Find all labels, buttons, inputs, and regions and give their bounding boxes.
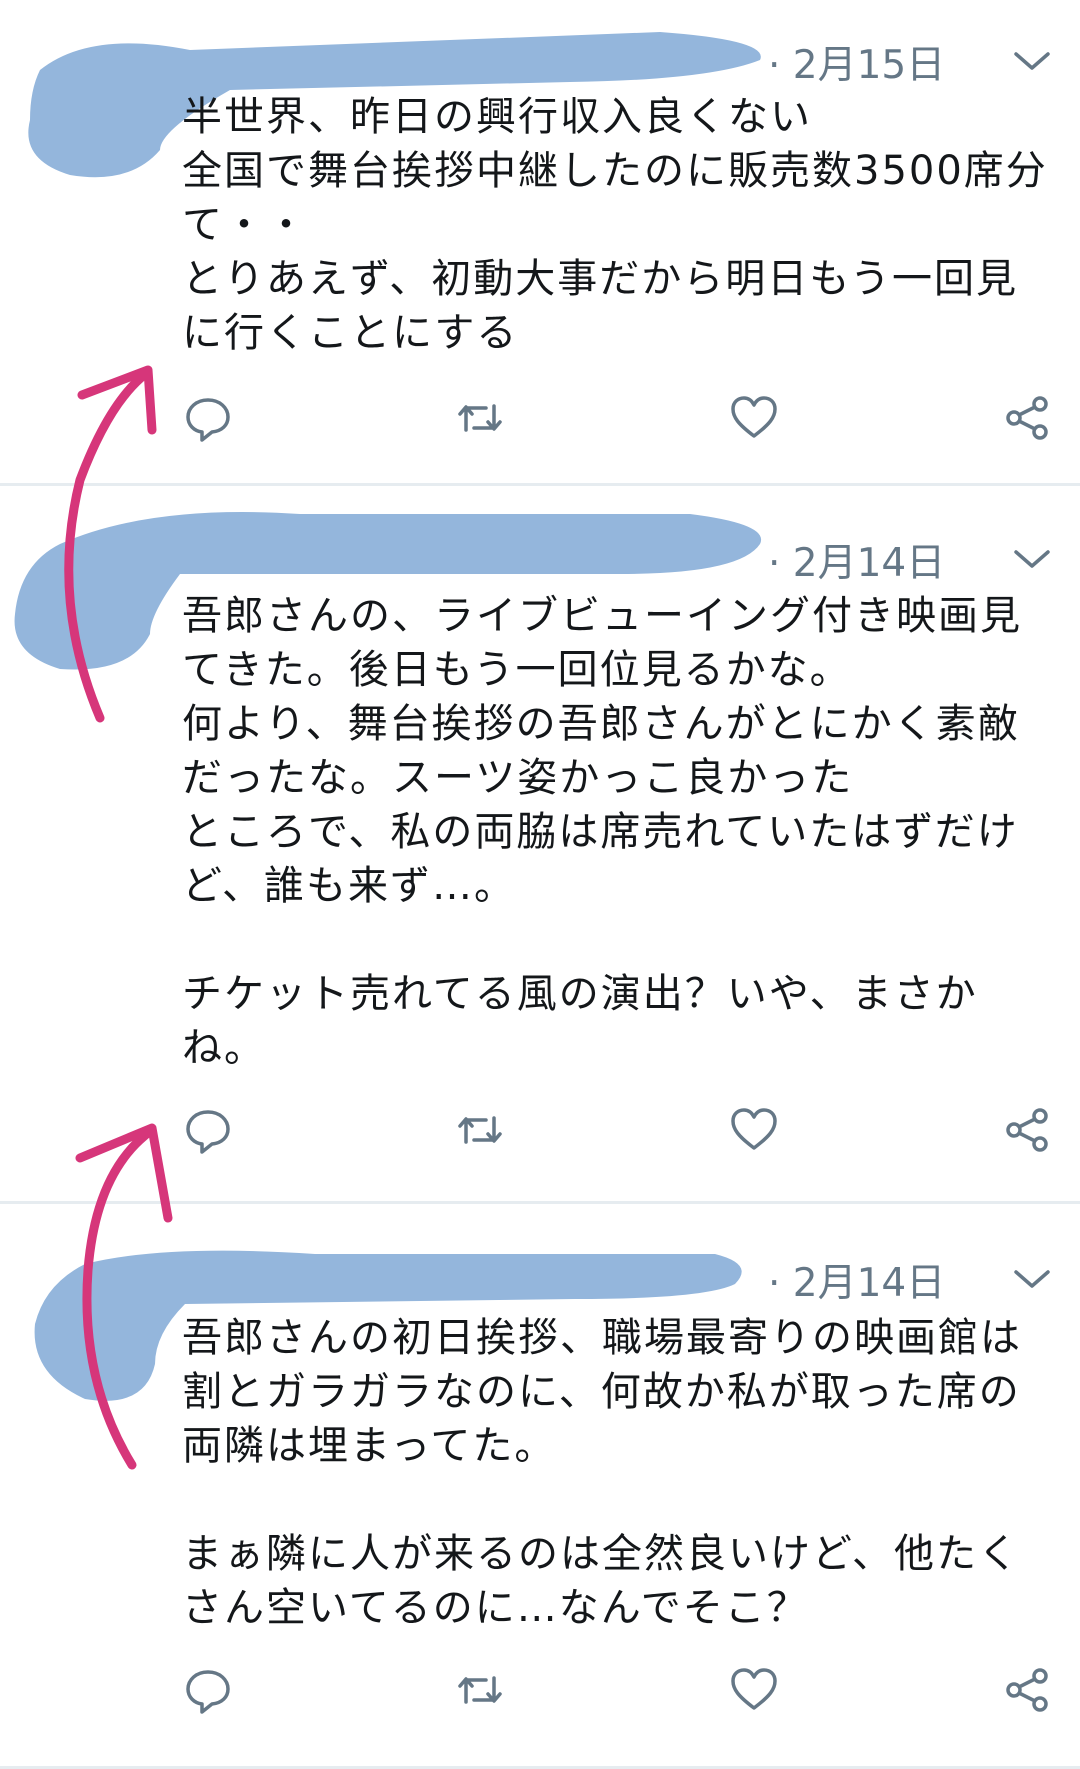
- like-button[interactable]: [728, 392, 780, 444]
- tweet-date: · 2月14日: [768, 541, 946, 586]
- share-button[interactable]: [1002, 1664, 1054, 1716]
- retweet-button[interactable]: [454, 1104, 506, 1156]
- tweet-actions: [0, 392, 1080, 452]
- tweet-text: 吾郎さんの、ライブビューイング付き映画見てきた。後日もう一回位見るかな。 何より…: [182, 593, 1022, 1071]
- reply-icon: [186, 1670, 230, 1714]
- like-button[interactable]: [728, 1104, 780, 1156]
- share-icon: [1006, 1108, 1048, 1152]
- tweet-date: · 2月14日: [768, 1261, 946, 1306]
- retweet-button[interactable]: [454, 392, 506, 444]
- retweet-button[interactable]: [454, 1664, 506, 1716]
- chevron-down-icon[interactable]: [1010, 544, 1054, 574]
- share-button[interactable]: [1002, 1104, 1054, 1156]
- heart-icon: [731, 1108, 777, 1150]
- share-icon: [1006, 1668, 1048, 1712]
- tweet-3[interactable]: · 2月14日 吾郎さんの初日挨拶、職場最寄りの映画館は割とガラガラなのに、何故…: [0, 1204, 1080, 1769]
- heart-icon: [731, 396, 777, 438]
- heart-icon: [731, 1668, 777, 1710]
- chevron-down-icon[interactable]: [1010, 46, 1054, 76]
- reply-button[interactable]: [182, 392, 234, 444]
- reply-icon: [186, 1110, 230, 1154]
- like-button[interactable]: [728, 1664, 780, 1716]
- tweet-text: 半世界、昨日の興行収入良くない 全国で舞台挨拶中継したのに販売数3500席分て・…: [182, 94, 1048, 356]
- reply-icon: [186, 398, 230, 442]
- chevron-down-icon[interactable]: [1010, 1264, 1054, 1294]
- retweet-icon: [458, 1116, 502, 1144]
- reply-button[interactable]: [182, 1104, 234, 1156]
- share-button[interactable]: [1002, 392, 1054, 444]
- retweet-icon: [458, 404, 502, 432]
- tweet-actions: [0, 1664, 1080, 1724]
- tweet-1[interactable]: · 2月15日 半世界、昨日の興行収入良くない 全国で舞台挨拶中継したのに販売数…: [0, 0, 1080, 486]
- tweet-2[interactable]: · 2月14日 吾郎さんの、ライブビューイング付き映画見てきた。後日もう一回位見…: [0, 486, 1080, 1204]
- share-icon: [1006, 396, 1048, 440]
- reply-button[interactable]: [182, 1664, 234, 1716]
- tweet-text: 吾郎さんの初日挨拶、職場最寄りの映画館は割とガラガラなのに、何故か私が取った席の…: [182, 1315, 1022, 1631]
- tweet-actions: [0, 1104, 1080, 1164]
- tweet-date: · 2月15日: [768, 43, 946, 88]
- retweet-icon: [458, 1676, 502, 1704]
